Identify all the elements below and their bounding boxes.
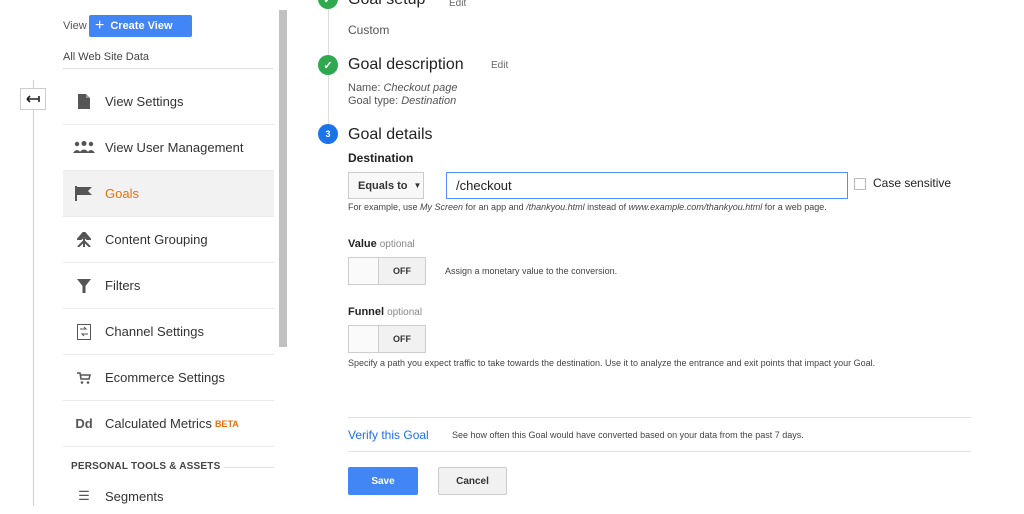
goal-setup-edit-link[interactable]: Edit xyxy=(449,0,466,9)
case-sensitive-label: Case sensitive xyxy=(873,176,952,190)
sidebar-item-content-grouping[interactable]: Content Grouping xyxy=(63,217,274,263)
sidebar-item-label: Calculated Metrics xyxy=(105,416,212,431)
funnel-description: Specify a path you expect traffic to tak… xyxy=(348,358,876,368)
cart-icon xyxy=(63,371,105,384)
verify-goal-link[interactable]: Verify this Goal xyxy=(348,428,429,442)
goal-description-edit-link[interactable]: Edit xyxy=(491,60,508,71)
save-button[interactable]: Save xyxy=(348,467,418,495)
sidebar-item-label: Segments xyxy=(105,488,164,504)
goal-name-line: Name: Checkout page xyxy=(348,82,458,94)
create-view-button[interactable]: + Create View xyxy=(89,15,192,37)
toggle-state: OFF xyxy=(393,266,411,276)
funnel-label: Funnel optional xyxy=(348,306,423,318)
divider xyxy=(348,451,971,452)
divider xyxy=(63,68,273,69)
toggle-knob xyxy=(349,258,379,284)
sidebar-item-view-settings[interactable]: View Settings xyxy=(63,79,274,125)
sidebar-item-channel-settings[interactable]: Channel Settings xyxy=(63,309,274,355)
check-icon: ✓ xyxy=(318,0,338,9)
verify-description: See how often this Goal would have conve… xyxy=(452,430,804,440)
filter-icon xyxy=(63,278,105,293)
sidebar-scrollbar[interactable] xyxy=(279,10,287,347)
segments-icon: ☰ xyxy=(78,488,90,503)
document-icon xyxy=(63,94,105,109)
sidebar-item-label: Content Grouping xyxy=(105,232,208,247)
sidebar-item-filters[interactable]: Filters xyxy=(63,263,274,309)
back-arrow-icon xyxy=(26,95,40,103)
beta-badge: BETA xyxy=(214,418,239,429)
sidebar-item-label: Ecommerce Settings xyxy=(105,370,225,385)
section-heading: PERSONAL TOOLS & ASSETS xyxy=(71,461,221,472)
flag-icon xyxy=(63,186,105,201)
case-sensitive-checkbox[interactable] xyxy=(854,178,866,190)
sidebar-item-label: Channel Settings xyxy=(105,324,205,339)
cancel-button[interactable]: Cancel xyxy=(438,467,507,495)
match-type-dropdown[interactable]: Equals to ▼ xyxy=(348,172,424,199)
grouping-icon xyxy=(63,232,105,247)
check-icon: ✓ xyxy=(318,55,338,75)
match-type-value: Equals to xyxy=(358,179,408,192)
sidebar-item-label: Goals xyxy=(105,186,139,201)
goal-description-title: Goal description xyxy=(348,56,464,73)
rail-line xyxy=(33,80,34,506)
channel-icon xyxy=(63,323,105,340)
toggle-knob xyxy=(349,326,379,352)
divider xyxy=(224,467,274,468)
dd-icon: Dd xyxy=(75,416,93,431)
goal-setup-title: Goal setup xyxy=(348,0,425,9)
step-number-badge: 3 xyxy=(318,124,338,144)
users-icon xyxy=(63,141,105,154)
destination-example: For example, use My Screen for an app an… xyxy=(348,202,827,212)
caret-down-icon: ▼ xyxy=(413,181,422,190)
toggle-state: OFF xyxy=(393,334,411,344)
sidebar-item-label: View User Management xyxy=(105,140,244,155)
plus-icon: + xyxy=(95,17,105,34)
value-toggle[interactable]: OFF xyxy=(348,257,426,285)
sidebar-item-calculated-metrics[interactable]: Dd Calculated Metrics BETA xyxy=(63,401,274,447)
goal-setup-value: Custom xyxy=(348,23,390,37)
sidebar-item-ecommerce-settings[interactable]: Ecommerce Settings xyxy=(63,355,274,401)
goal-type-line: Goal type: Destination xyxy=(348,95,457,107)
back-button[interactable] xyxy=(20,88,46,110)
sidebar-item-goals[interactable]: Goals xyxy=(63,171,274,217)
destination-label: Destination xyxy=(348,151,414,165)
sidebar-item-label: Filters xyxy=(105,278,141,293)
view-name: All Web Site Data xyxy=(63,51,150,63)
view-label: View xyxy=(63,20,87,32)
sidebar-item-segments[interactable]: ☰ Segments xyxy=(63,478,274,514)
divider xyxy=(348,417,971,418)
sidebar-item-view-user-management[interactable]: View User Management xyxy=(63,125,274,171)
create-view-label: Create View xyxy=(110,20,173,32)
sidebar-item-label: View Settings xyxy=(105,94,184,109)
goal-details-title: Goal details xyxy=(348,126,433,143)
destination-input[interactable] xyxy=(446,172,848,199)
value-description: Assign a monetary value to the conversio… xyxy=(445,266,618,276)
funnel-toggle[interactable]: OFF xyxy=(348,325,426,353)
value-label: Value optional xyxy=(348,238,415,250)
